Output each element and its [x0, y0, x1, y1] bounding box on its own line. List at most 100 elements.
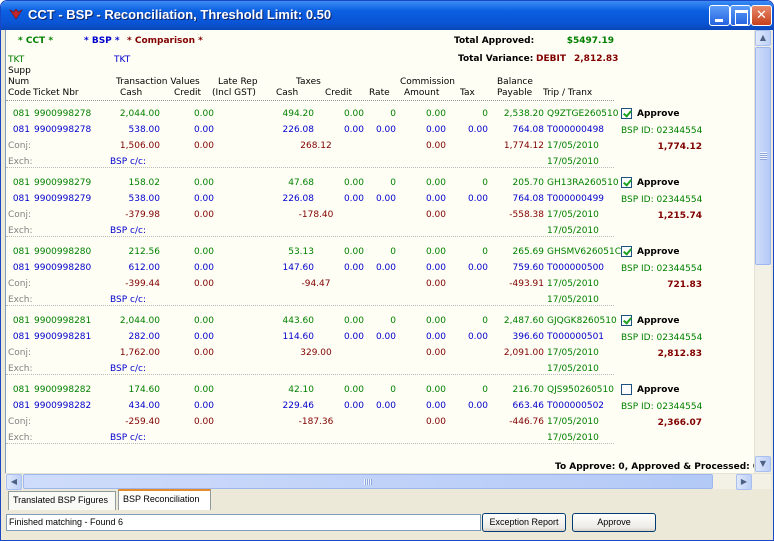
bsp-rate: 0.00	[375, 194, 396, 204]
variance-amount: 1,774.12	[657, 142, 702, 152]
vertical-scroll-thumb[interactable]	[755, 47, 771, 265]
col-rate: Rate	[369, 88, 390, 98]
tab-translated-bsp-figures[interactable]: Translated BSP Figures	[8, 491, 116, 510]
bsp-credit: 0.00	[193, 263, 214, 273]
bsp-balance-payable: 759.60	[512, 263, 545, 273]
approve-button[interactable]: Approve	[572, 513, 656, 532]
bsp-cash: 538.00	[128, 125, 161, 135]
bsp-credit: 0.00	[193, 332, 214, 342]
variance-amount: 2,812.83	[657, 349, 702, 359]
approve-checkbox-label: Approve	[637, 385, 680, 395]
col-taxes: Taxes	[296, 77, 321, 87]
approve-checkbox[interactable]	[621, 177, 632, 188]
conj-label: Conj:	[8, 348, 32, 358]
bsp-trip-tranx: T000000499	[547, 194, 605, 204]
cct-taxes-credit: 0.00	[343, 178, 364, 188]
minimize-button[interactable]	[709, 5, 730, 26]
cct-tax: 0	[482, 385, 488, 395]
diff-commission: 0.00	[425, 417, 446, 427]
horizontal-scroll-thumb[interactable]	[23, 474, 713, 489]
bsp-taxes-credit: 0.00	[343, 332, 364, 342]
approve-checkbox-label: Approve	[637, 247, 680, 257]
cct-cash: 158.02	[128, 178, 161, 188]
bsp-commission-amount: 0.00	[425, 125, 446, 135]
bsp-taxes-credit: 0.00	[343, 194, 364, 204]
cct-taxes-credit: 0.00	[343, 385, 364, 395]
header-divider	[6, 100, 614, 101]
bsp-trip-tranx: T000000501	[547, 332, 605, 342]
cct-taxes-credit: 0.00	[343, 247, 364, 257]
bsp-trip-tranx: T000000502	[547, 401, 605, 411]
conj-label: Conj:	[8, 417, 32, 427]
col-ticket-nbr: Ticket Nbr	[33, 88, 79, 98]
bsp-balance-payable: 764.08	[512, 194, 545, 204]
title-bar[interactable]: CCT - BSP - Reconciliation, Threshold Li…	[1, 1, 773, 30]
bsp-commission-amount: 0.00	[425, 194, 446, 204]
total-approved-value: $5497.19	[566, 36, 614, 46]
reconciliation-grid: * CCT * * BSP * * Comparison * Total App…	[5, 30, 754, 473]
diff-taxes: 329.00	[300, 348, 332, 358]
conj-label: Conj:	[8, 279, 32, 289]
approve-checkbox[interactable]	[621, 108, 632, 119]
bsp-supp-num-code: 081	[12, 263, 30, 273]
bsp-tax: 0.00	[467, 263, 488, 273]
cct-taxes-cash: 443.60	[282, 316, 315, 326]
window-title: CCT - BSP - Reconciliation, Threshold Li…	[28, 7, 332, 22]
bsp-tax: 0.00	[467, 401, 488, 411]
scroll-left-icon[interactable]: ◀	[6, 474, 22, 490]
diff-credit: 0.00	[193, 279, 214, 289]
approve-checkbox[interactable]	[621, 384, 632, 395]
bsp-cash: 434.00	[128, 401, 161, 411]
cct-balance-payable: 2,487.60	[503, 316, 544, 326]
close-button[interactable]: ✕	[751, 5, 772, 26]
grip-icon	[364, 479, 372, 485]
bsp-credit: 0.00	[193, 125, 214, 135]
scroll-up-icon[interactable]: ▲	[755, 30, 771, 46]
bsp-ticket-number: 9900998281	[34, 332, 92, 342]
approve-checkbox[interactable]	[621, 315, 632, 326]
bsp-balance-payable: 663.46	[512, 401, 545, 411]
cct-supp-num-code: 081	[12, 109, 30, 119]
cct-taxes-cash: 494.20	[282, 109, 315, 119]
diff-commission: 0.00	[425, 279, 446, 289]
variance-amount: 2,366.07	[657, 418, 702, 428]
cct-supp-num-code: 081	[12, 316, 30, 326]
diff-balance: 2,091.00	[503, 348, 544, 358]
status-text: Finished matching - Found 6	[6, 514, 481, 531]
cct-rate: 0	[390, 385, 396, 395]
group-divider	[6, 236, 614, 237]
scroll-down-icon[interactable]: ▼	[755, 456, 771, 472]
approval-summary: To Approve: 0, Approved & Processed: 0	[555, 462, 754, 472]
diff-commission: 0.00	[425, 141, 446, 151]
vertical-scrollbar[interactable]: ▲ ▼	[754, 30, 771, 473]
cct-balance-payable: 205.70	[512, 178, 545, 188]
cct-ticket-number: 9900998280	[34, 247, 92, 257]
scroll-right-icon[interactable]: ▶	[736, 474, 752, 490]
cct-tax: 0	[482, 316, 488, 326]
exception-report-button[interactable]: Exception Report	[482, 513, 566, 532]
cct-cash: 2,044.00	[119, 109, 160, 119]
cct-rate: 0	[390, 247, 396, 257]
horizontal-scrollbar[interactable]: ◀ ▶	[5, 473, 771, 490]
conj-date: 17/05/2010	[547, 279, 599, 289]
cct-trip-tranx: QJS950260510	[547, 385, 614, 395]
tkt-label-bsp: TKT	[114, 55, 131, 65]
tab-bsp-reconciliation[interactable]: BSP Reconciliation	[118, 489, 211, 510]
total-approved-label: Total Approved:	[454, 36, 535, 46]
bsp-tax: 0.00	[467, 125, 488, 135]
col-num: Num	[8, 77, 30, 87]
maximize-button[interactable]	[730, 5, 751, 26]
approve-checkbox[interactable]	[621, 246, 632, 257]
cct-tax: 0	[482, 247, 488, 257]
cct-tax: 0	[482, 178, 488, 188]
bsp-ticket-number: 9900998280	[34, 263, 92, 273]
cct-ticket-number: 9900998281	[34, 316, 92, 326]
cct-taxes-credit: 0.00	[343, 316, 364, 326]
col-supp: Supp	[8, 66, 31, 76]
tkt-label-cct: TKT	[8, 55, 25, 65]
bsp-taxes-cash: 147.60	[282, 263, 315, 273]
tab-bar: Translated BSP Figures BSP Reconciliatio…	[5, 489, 771, 511]
bsp-rate: 0.00	[375, 332, 396, 342]
col-cash: Cash	[120, 88, 143, 98]
status-bar: Finished matching - Found 6 Exception Re…	[5, 511, 771, 537]
